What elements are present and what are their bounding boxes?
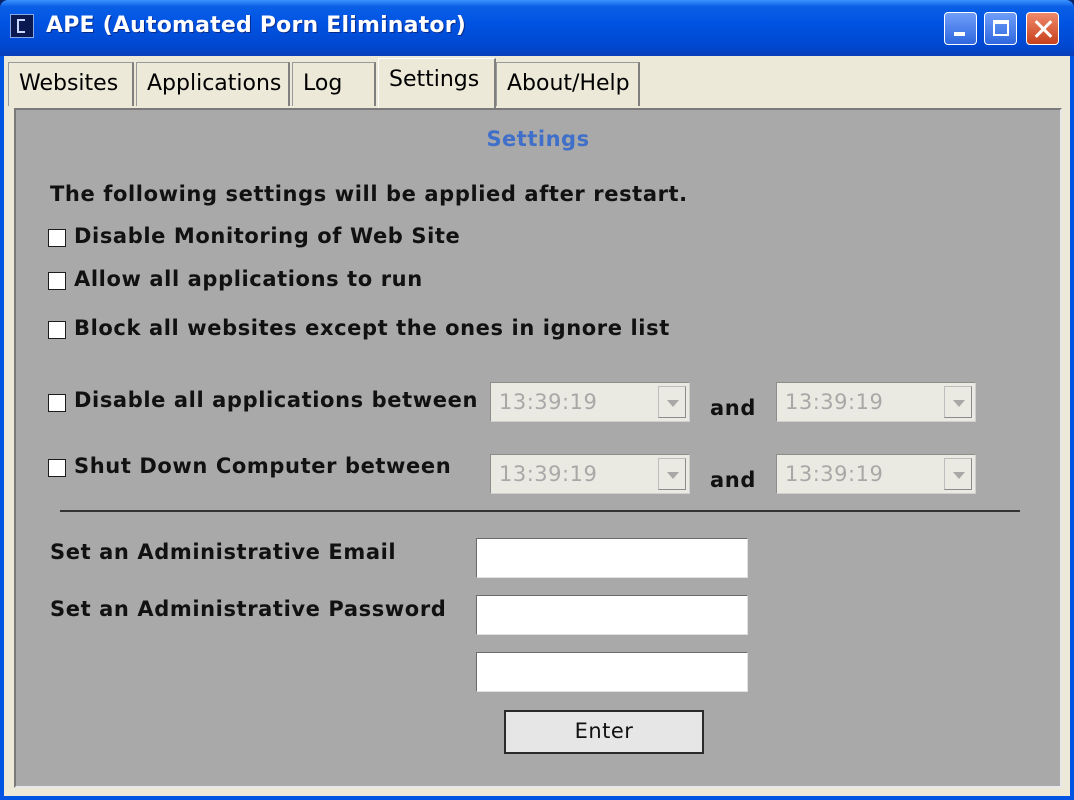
admin-email-label: Set an Administrative Email	[50, 540, 397, 564]
disable-apps-between-checkbox[interactable]	[48, 394, 66, 412]
tab-log[interactable]: Log	[292, 62, 376, 106]
and-label: and	[710, 468, 756, 492]
tab-websites[interactable]: Websites	[8, 62, 134, 106]
disable-apps-to-time-value: 13:39:19	[785, 390, 884, 414]
shutdown-from-time-value: 13:39:19	[499, 462, 598, 486]
and-label: and	[710, 396, 756, 420]
minimize-button[interactable]	[944, 12, 977, 45]
admin-email-field[interactable]	[476, 538, 748, 578]
chevron-down-icon[interactable]	[944, 386, 972, 418]
restart-note: The following settings will be applied a…	[50, 182, 688, 206]
admin-password-field[interactable]	[476, 595, 748, 635]
disable-monitoring-label[interactable]: Disable Monitoring of Web Site	[74, 224, 460, 248]
disable-apps-from-time-value: 13:39:19	[499, 390, 598, 414]
chevron-down-icon[interactable]	[944, 458, 972, 490]
shutdown-between-checkbox[interactable]	[48, 459, 66, 477]
divider	[60, 510, 1020, 512]
disable-apps-to-time-select[interactable]: 13:39:19	[776, 382, 976, 422]
chevron-down-icon[interactable]	[658, 458, 686, 490]
client-area: Websites Applications Log Settings About…	[4, 56, 1070, 796]
shutdown-to-time-value: 13:39:19	[785, 462, 884, 486]
title-bar[interactable]: APE (Automated Porn Eliminator)	[0, 0, 1074, 56]
allow-all-apps-checkbox[interactable]	[48, 272, 66, 290]
shutdown-between-label[interactable]: Shut Down Computer between	[74, 454, 451, 478]
shutdown-from-time-select[interactable]: 13:39:19	[490, 454, 690, 494]
admin-password-label: Set an Administrative Password	[50, 597, 447, 621]
shutdown-to-time-select[interactable]: 13:39:19	[776, 454, 976, 494]
maximize-button[interactable]	[984, 12, 1017, 45]
tab-about-help[interactable]: About/Help	[496, 62, 640, 106]
allow-all-apps-label[interactable]: Allow all applications to run	[74, 267, 423, 291]
settings-panel: Settings The following settings will be …	[14, 108, 1062, 788]
enter-button[interactable]: Enter	[504, 710, 704, 754]
disable-apps-between-label[interactable]: Disable all applications between	[74, 388, 478, 412]
tab-settings[interactable]: Settings	[378, 58, 496, 108]
disable-apps-from-time-select[interactable]: 13:39:19	[490, 382, 690, 422]
block-all-except-label[interactable]: Block all websites except the ones in ig…	[74, 316, 670, 340]
app-window: APE (Automated Porn Eliminator) Websites…	[0, 0, 1074, 800]
app-icon[interactable]	[10, 14, 34, 38]
admin-password-confirm-field[interactable]	[476, 652, 748, 692]
chevron-down-icon[interactable]	[658, 386, 686, 418]
tab-applications[interactable]: Applications	[136, 62, 290, 106]
maximize-icon	[985, 13, 1016, 44]
panel-heading: Settings	[486, 127, 590, 151]
window-title: APE (Automated Porn Eliminator)	[46, 13, 467, 38]
minimize-icon	[945, 13, 976, 44]
tab-strip: Websites Applications Log Settings About…	[4, 56, 1070, 108]
block-all-except-checkbox[interactable]	[48, 321, 66, 339]
disable-monitoring-checkbox[interactable]	[48, 229, 66, 247]
close-icon	[1027, 13, 1058, 44]
close-button[interactable]	[1026, 12, 1059, 45]
